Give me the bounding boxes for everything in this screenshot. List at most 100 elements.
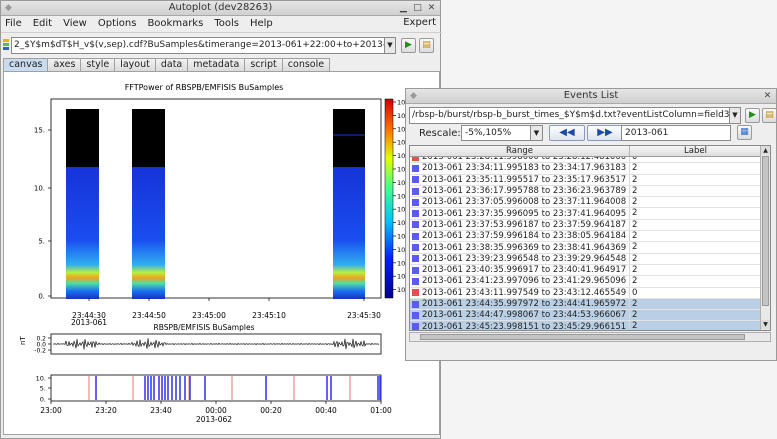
range-cell: 2013-061 23:36:17.995788 to 23:36:23.963… — [410, 185, 630, 197]
range-cell: 2013-061 23:41:23.997096 to 23:41:29.965… — [410, 276, 630, 287]
range-text: 2013-061 23:37:35.996095 to 23:37:41.964… — [422, 208, 627, 219]
tab-layout[interactable]: layout — [114, 58, 156, 71]
colorbar — [384, 98, 394, 299]
tab-data[interactable]: data — [154, 58, 189, 71]
uri-input[interactable]: 2_$Y$m$dT$H_v$(v,sep).cdf?BuSamples&time… — [11, 37, 391, 54]
tab-canvas[interactable]: canvas — [3, 58, 49, 71]
play-icon[interactable]: ▶ — [745, 108, 760, 123]
table-row[interactable]: 2013-061 23:40:35.996917 to 23:40:41.964… — [410, 264, 762, 277]
calendar-icon[interactable]: ▦ — [737, 125, 752, 140]
events-table-body: 2013-061 23:28:11.998000 to 23:28:12.481… — [410, 152, 762, 330]
tick-label: 23:40 — [150, 406, 172, 415]
time-range-input[interactable]: 2013-061 — [621, 125, 731, 141]
range-text: 2013-061 23:34:11.995183 to 23:34:17.963… — [422, 163, 627, 174]
scroll-down-icon[interactable]: ▼ — [761, 320, 770, 329]
waveform-y-label: nT — [19, 336, 27, 345]
maximize-icon[interactable]: □ — [413, 1, 422, 15]
label-cell: 2 — [632, 219, 638, 230]
events-titlebar[interactable]: ◆ Events List ✕ — [406, 89, 776, 104]
range-text: 2013-061 23:38:35.996369 to 23:38:41.964… — [422, 242, 627, 253]
menu-edit[interactable]: Edit — [33, 18, 52, 29]
menu-view[interactable]: View — [63, 18, 87, 29]
tab-axes[interactable]: axes — [47, 58, 82, 71]
tab-style[interactable]: style — [80, 58, 116, 71]
events-x-axis: 23:00 23:20 23:40 00:00 00:20 00:40 01:00 — [40, 401, 392, 415]
table-row[interactable]: 2013-061 23:41:23.997096 to 23:41:29.965… — [410, 276, 762, 288]
rescale-select[interactable]: -5%,105% ▼ — [461, 125, 543, 141]
tab-console[interactable]: console — [281, 58, 331, 71]
spectrogram-gap — [66, 109, 99, 167]
minimize-icon[interactable]: ▁ — [399, 1, 408, 15]
range-cell: 2013-061 23:37:05.996008 to 23:37:11.964… — [410, 197, 630, 208]
window-menu-icon[interactable]: ◆ — [410, 89, 417, 103]
events-uri-input[interactable]: /rbsp-b/burst/rbsp-b_burst_times_$Y$m$d.… — [409, 107, 739, 124]
table-row[interactable]: 2013-061 23:38:35.996369 to 23:38:41.964… — [410, 242, 762, 254]
events-table: 2013-061 23:28:11.998000 to 23:28:12.481… — [409, 145, 771, 331]
menu-bookmarks[interactable]: Bookmarks — [147, 18, 203, 29]
bookmark-icon[interactable] — [2, 39, 10, 51]
events-uri-dropdown-icon[interactable]: ▼ — [729, 107, 741, 124]
table-row[interactable]: 2013-061 23:39:23.996548 to 23:39:29.964… — [410, 253, 762, 265]
tick-label: 23:44:50 — [132, 311, 166, 320]
label-cell: 2 — [632, 197, 638, 208]
rescale-value: -5%,105% — [465, 128, 512, 138]
uri-dropdown-icon[interactable]: ▼ — [384, 37, 396, 54]
horizontal-scrollbar[interactable] — [409, 332, 771, 342]
tab-script[interactable]: script — [244, 58, 283, 71]
next-event-button[interactable]: ▶▶ — [587, 125, 623, 141]
horizontal-scroll-thumb[interactable] — [420, 334, 745, 340]
range-text: 2013-061 23:39:23.996548 to 23:39:29.964… — [422, 253, 627, 264]
tick-label: 00:20 — [260, 406, 282, 415]
table-row[interactable]: 2013-061 23:43:11.997549 to 23:43:12.465… — [410, 287, 762, 299]
table-row[interactable]: 2013-061 23:35:11.995517 to 23:35:17.963… — [410, 174, 762, 186]
close-icon[interactable]: ✕ — [763, 89, 772, 103]
menu-help[interactable]: Help — [250, 18, 273, 29]
expert-menu[interactable]: Expert — [403, 16, 436, 30]
table-row[interactable]: 2013-061 23:44:35.997972 to 23:44:41.965… — [410, 298, 762, 311]
events-controls-row: Rescale: -5%,105% ▼ ◀◀ ▶▶ 2013-061 ▦ — [409, 125, 775, 143]
label-cell: 2 — [632, 163, 638, 174]
tick-label: 23:20 — [95, 406, 117, 415]
vertical-scroll-thumb[interactable] — [762, 156, 769, 306]
table-row[interactable]: 2013-061 23:37:05.996008 to 23:37:11.964… — [410, 197, 762, 209]
table-row[interactable]: 2013-061 23:37:35.996095 to 23:37:41.964… — [410, 208, 762, 220]
label-cell: 0 — [632, 287, 638, 298]
range-cell: 2013-061 23:34:11.995183 to 23:34:17.963… — [410, 163, 630, 174]
spectrogram-title: FFTPower of RBSPB/EMFISIS BuSamples — [125, 83, 284, 92]
colorbar-axis: 101010101010101010101010101010 — [393, 99, 405, 294]
table-row[interactable]: 2013-061 23:44:47.998067 to 23:44:53.966… — [410, 310, 762, 322]
open-folder-icon[interactable]: ▤ — [419, 38, 434, 53]
window-menu-icon[interactable]: ◆ — [5, 1, 12, 15]
plot-svg[interactable]: FFTPower of RBSPB/EMFISIS BuSamples 15.1… — [4, 72, 441, 436]
label-cell: 2 — [632, 174, 638, 185]
table-row[interactable]: 2013-061 23:45:23.998151 to 23:45:29.966… — [410, 321, 762, 330]
main-titlebar[interactable]: ◆ Autoplot (dev28263) ▁ □ ✕ — [1, 1, 440, 16]
vertical-scrollbar[interactable]: ▲ ▼ — [760, 146, 770, 330]
previous-event-button[interactable]: ◀◀ — [549, 125, 585, 141]
menu-options[interactable]: Options — [98, 18, 137, 29]
chevron-down-icon[interactable]: ▼ — [530, 126, 542, 140]
close-icon[interactable]: ✕ — [427, 1, 436, 15]
table-row[interactable]: 2013-061 23:36:17.995788 to 23:36:23.963… — [410, 185, 762, 198]
table-row[interactable]: 2013-061 23:37:59.996184 to 23:38:05.964… — [410, 231, 762, 243]
menu-tools[interactable]: Tools — [214, 18, 239, 29]
waveform-y-axis: 0.20.0-0.2 — [34, 336, 51, 355]
autoplot-window: ◆ Autoplot (dev28263) ▁ □ ✕ File Edit View… — [0, 0, 442, 439]
event-color-swatch — [412, 232, 419, 240]
events-window-title: Events List — [563, 90, 619, 101]
play-icon[interactable]: ▶ — [401, 38, 416, 53]
column-header-label[interactable]: Label — [630, 146, 762, 156]
label-cell: 2 — [632, 208, 638, 219]
open-folder-icon[interactable]: ▤ — [762, 108, 777, 123]
table-row[interactable]: 2013-061 23:34:11.995183 to 23:34:17.963… — [410, 163, 762, 175]
column-header-range[interactable]: Range — [410, 146, 630, 156]
range-text: 2013-061 23:44:47.998067 to 23:44:53.966… — [422, 310, 627, 321]
table-row[interactable]: 2013-061 23:37:53.996187 to 23:37:59.964… — [410, 219, 762, 232]
range-cell: 2013-061 23:37:53.996187 to 23:37:59.964… — [410, 219, 630, 231]
plot-canvas[interactable]: FFTPower of RBSPB/EMFISIS BuSamples 15. 1… — [3, 71, 440, 435]
waveform-trace — [52, 338, 380, 350]
menu-file[interactable]: File — [5, 18, 22, 29]
tab-metadata[interactable]: metadata — [187, 58, 246, 71]
tick-label: 23:45:00 — [192, 311, 226, 320]
scroll-up-icon[interactable]: ▲ — [761, 146, 770, 155]
